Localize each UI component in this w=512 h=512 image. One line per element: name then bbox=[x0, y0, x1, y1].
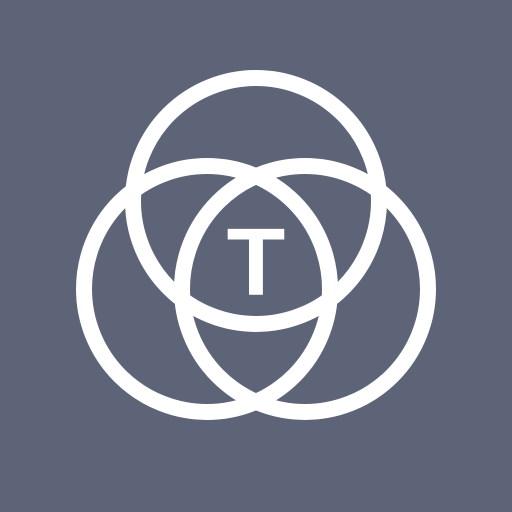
three-interlocking-circles-logo-icon: T bbox=[0, 0, 512, 512]
center-letter: T bbox=[227, 208, 286, 315]
app-icon: T bbox=[0, 0, 512, 512]
